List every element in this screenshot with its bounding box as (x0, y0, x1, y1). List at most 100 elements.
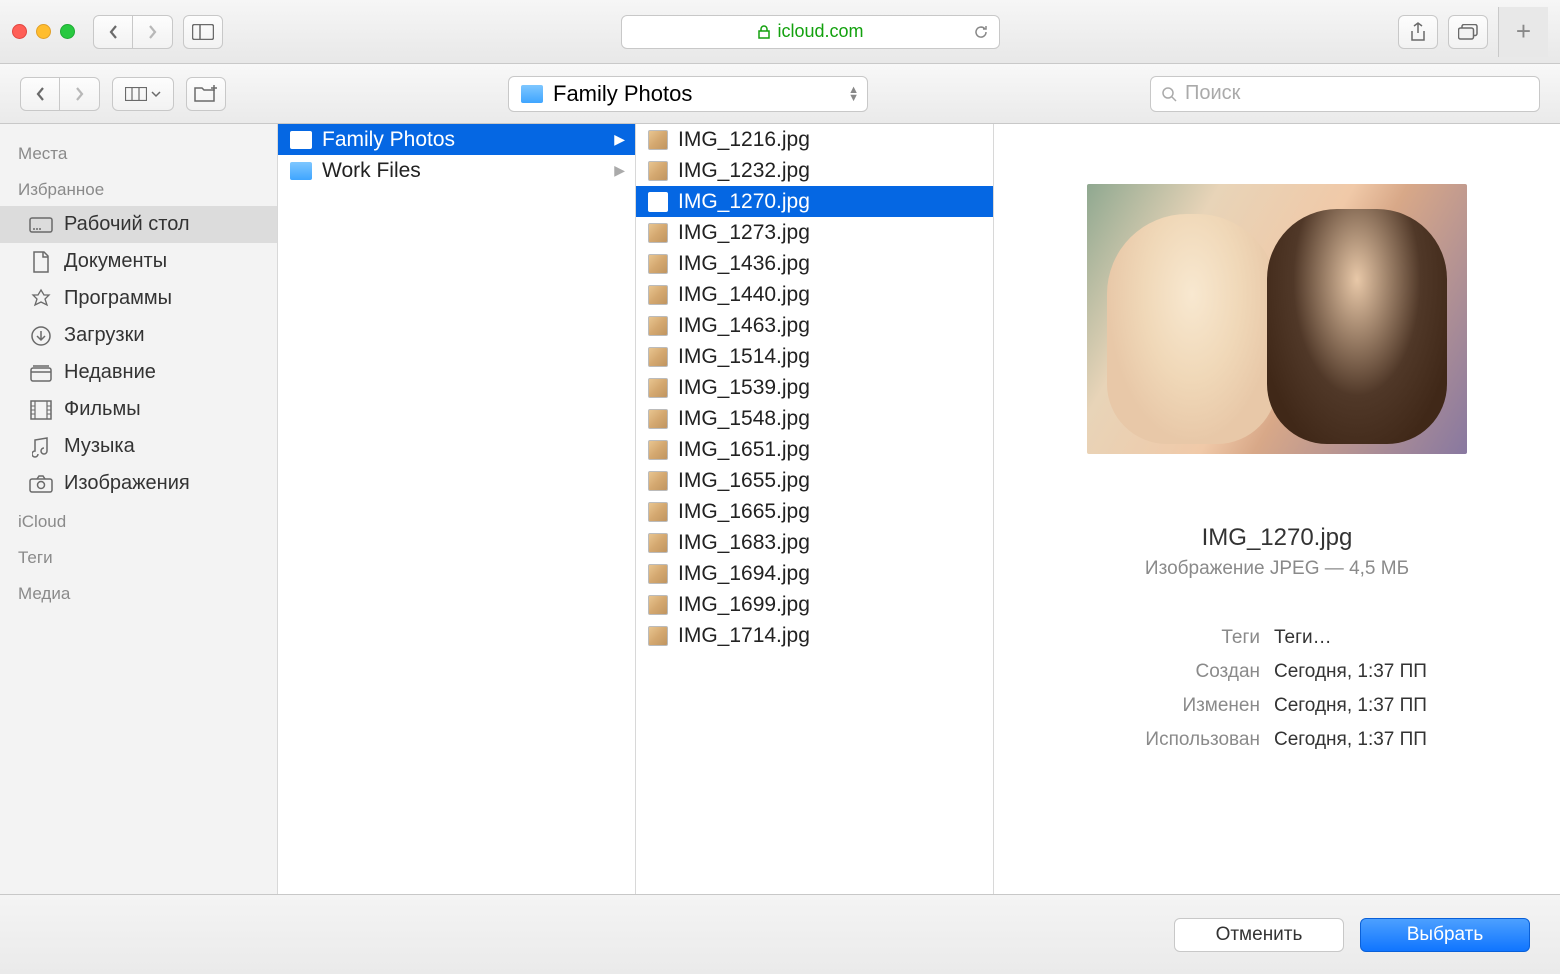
preview-metadata-table: Теги Теги… Создан Сегодня, 1:37 ПП Измен… (1024, 620, 1530, 758)
sidebar-item-desktop[interactable]: Рабочий стол (0, 206, 277, 243)
folder-icon (290, 131, 312, 149)
sidebar-item-documents[interactable]: Документы (0, 243, 277, 280)
file-row[interactable]: IMG_1665.jpg (636, 496, 993, 527)
file-row[interactable]: IMG_1436.jpg (636, 248, 993, 279)
file-label: IMG_1655.jpg (678, 469, 810, 493)
chevron-down-icon (151, 90, 161, 98)
tabs-button[interactable] (1448, 15, 1488, 49)
file-thumbnail-icon (648, 161, 668, 181)
sidebar-item-label: Программы (64, 287, 172, 310)
sidebar-item-label: Документы (64, 250, 167, 273)
sidebar-item-label: Недавние (64, 361, 156, 384)
file-row[interactable]: IMG_1655.jpg (636, 465, 993, 496)
sidebar-item-label: Загрузки (64, 324, 145, 347)
file-label: IMG_1665.jpg (678, 500, 810, 524)
sidebar-item-movies[interactable]: Фильмы (0, 391, 277, 428)
file-row[interactable]: IMG_1440.jpg (636, 279, 993, 310)
file-row[interactable]: IMG_1651.jpg (636, 434, 993, 465)
file-label: IMG_1714.jpg (678, 624, 810, 648)
picker-body: Места Избранное Рабочий стол Документы П… (0, 124, 1560, 894)
preview-filename: IMG_1270.jpg (1202, 524, 1353, 552)
back-button[interactable] (93, 15, 133, 49)
file-label: IMG_1270.jpg (678, 190, 810, 214)
zoom-window-button[interactable] (60, 24, 75, 39)
file-row[interactable]: IMG_1463.jpg (636, 310, 993, 341)
share-button[interactable] (1398, 15, 1438, 49)
sidebar-head-tags: Теги (0, 538, 277, 574)
sidebar-head-favorites: Избранное (0, 170, 277, 206)
file-label: IMG_1436.jpg (678, 252, 810, 276)
file-row[interactable]: IMG_1548.jpg (636, 403, 993, 434)
sidebar-item-pictures[interactable]: Изображения (0, 465, 277, 502)
preview-image (1087, 184, 1467, 454)
path-dropdown[interactable]: Family Photos ▲▼ (508, 76, 868, 112)
reload-icon (973, 24, 989, 40)
choose-label: Выбрать (1407, 924, 1484, 946)
folder-row[interactable]: Family Photos▶ (278, 124, 635, 155)
forward-button[interactable] (133, 15, 173, 49)
sidebar-item-music[interactable]: Музыка (0, 428, 277, 465)
close-window-button[interactable] (12, 24, 27, 39)
file-thumbnail-icon (648, 595, 668, 615)
folder-label: Work Files (322, 159, 421, 183)
choose-button[interactable]: Выбрать (1360, 918, 1530, 952)
columns-icon (125, 87, 147, 101)
file-thumbnail-icon (648, 626, 668, 646)
music-icon (28, 436, 54, 458)
preview-created-value: Сегодня, 1:37 ПП (1268, 656, 1528, 688)
recents-icon (28, 362, 54, 384)
file-label: IMG_1548.jpg (678, 407, 810, 431)
file-row[interactable]: IMG_1539.jpg (636, 372, 993, 403)
cancel-label: Отменить (1216, 924, 1303, 946)
file-row[interactable]: IMG_1270.jpg (636, 186, 993, 217)
new-tab-button[interactable]: + (1498, 7, 1548, 57)
file-thumbnail-icon (648, 192, 668, 212)
picker-back-button[interactable] (20, 77, 60, 111)
document-icon (28, 251, 54, 273)
file-label: IMG_1539.jpg (678, 376, 810, 400)
file-thumbnail-icon (648, 254, 668, 274)
folder-row[interactable]: Work Files ▶ (278, 155, 635, 186)
sidebar-toggle-button[interactable] (183, 15, 223, 49)
file-label: IMG_1694.jpg (678, 562, 810, 586)
preview-tags-label: Теги (1026, 622, 1266, 654)
minimize-window-button[interactable] (36, 24, 51, 39)
url-text: icloud.com (777, 21, 863, 42)
file-row[interactable]: IMG_1514.jpg (636, 341, 993, 372)
sidebar-item-downloads[interactable]: Загрузки (0, 317, 277, 354)
sidebar-item-label: Музыка (64, 435, 135, 458)
sidebar-item-label: Фильмы (64, 398, 141, 421)
view-mode-button[interactable] (112, 77, 174, 111)
preview-modified-value: Сегодня, 1:37 ПП (1268, 690, 1528, 722)
search-field[interactable]: Поиск (1150, 76, 1540, 112)
downloads-icon (28, 325, 54, 347)
file-label: IMG_1699.jpg (678, 593, 810, 617)
picker-toolbar: Family Photos ▲▼ Поиск (0, 64, 1560, 124)
chevron-left-icon (108, 24, 118, 40)
picker-footer: Отменить Выбрать (0, 894, 1560, 974)
sidebar-item-label: Изображения (64, 472, 190, 495)
path-label: Family Photos (553, 81, 692, 107)
chevron-right-icon: ▶ (614, 162, 625, 179)
file-row[interactable]: IMG_1273.jpg (636, 217, 993, 248)
file-thumbnail-icon (648, 316, 668, 336)
reload-button[interactable] (973, 24, 989, 40)
preview-created-label: Создан (1026, 656, 1266, 688)
file-row[interactable]: IMG_1683.jpg (636, 527, 993, 558)
preview-tags-field[interactable]: Теги… (1268, 622, 1528, 654)
file-row[interactable]: IMG_1694.jpg (636, 558, 993, 589)
file-row[interactable]: IMG_1699.jpg (636, 589, 993, 620)
file-row[interactable]: IMG_1714.jpg (636, 620, 993, 651)
sidebar-item-applications[interactable]: Программы (0, 280, 277, 317)
cancel-button[interactable]: Отменить (1174, 918, 1344, 952)
picker-forward-button[interactable] (60, 77, 100, 111)
url-bar[interactable]: icloud.com (621, 15, 1001, 49)
file-row[interactable]: IMG_1232.jpg (636, 155, 993, 186)
sidebar-item-recents[interactable]: Недавние (0, 354, 277, 391)
file-row[interactable]: IMG_1216.jpg (636, 124, 993, 155)
file-thumbnail-icon (648, 471, 668, 491)
file-thumbnail-icon (648, 130, 668, 150)
new-folder-button[interactable] (186, 77, 226, 111)
sidebar: Места Избранное Рабочий стол Документы П… (0, 124, 278, 894)
file-thumbnail-icon (648, 533, 668, 553)
